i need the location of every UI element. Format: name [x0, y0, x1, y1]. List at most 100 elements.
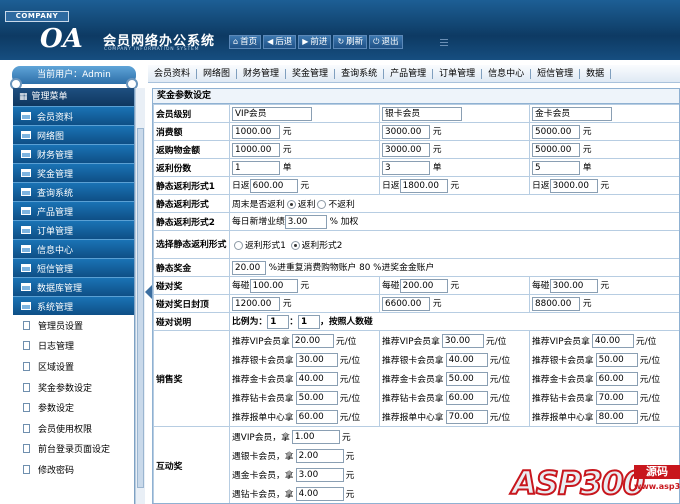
cap-input-3[interactable]: 8800.00: [532, 296, 580, 311]
sidebar-item-sms[interactable]: 短信管理: [13, 258, 134, 277]
refund-input-1[interactable]: 1000.00: [232, 142, 280, 157]
cap-input-1[interactable]: 1200.00: [232, 296, 280, 311]
cap-input-2[interactable]: 6600.00: [382, 296, 430, 311]
static1-input-2[interactable]: 1800.00: [399, 178, 448, 193]
static2-input[interactable]: 3.00: [284, 214, 327, 229]
level-input-1[interactable]: VIP会员: [232, 106, 312, 121]
sidebar-sub-password[interactable]: 修改密码: [13, 459, 134, 480]
sales-input[interactable]: 60.00: [295, 409, 338, 424]
fee-input-3[interactable]: 5000.00: [532, 124, 580, 139]
nav-finance[interactable]: 财务管理: [237, 68, 287, 79]
logout-button[interactable]: ⏻ 退出: [369, 35, 403, 49]
folder-icon: [21, 245, 31, 253]
ratio-input-a[interactable]: 1: [267, 314, 290, 329]
sidebar-sub-admin[interactable]: 管理员设置: [13, 315, 134, 336]
static-bonus-input[interactable]: 20.00: [232, 260, 266, 275]
forward-button[interactable]: ▶ 前进: [298, 35, 332, 49]
fee-input-2[interactable]: 3000.00: [382, 124, 430, 139]
row-label: 返利份数: [153, 158, 230, 177]
sidebar-scrollbar[interactable]: [135, 88, 145, 504]
home-button[interactable]: ⌂ 首页: [229, 35, 262, 49]
interact-input[interactable]: 1.00: [291, 429, 340, 444]
sales-input[interactable]: 50.00: [295, 390, 338, 405]
sales-input[interactable]: 50.00: [595, 352, 638, 367]
shares-input-3[interactable]: 5: [532, 160, 580, 175]
power-icon: ⏻: [373, 37, 380, 46]
nav-sms[interactable]: 短信管理: [531, 68, 581, 79]
sales-input[interactable]: 70.00: [445, 409, 488, 424]
ratio-label: 比例为：: [232, 317, 268, 328]
level-input-3[interactable]: 金卡会员: [532, 106, 612, 121]
sales-input[interactable]: 70.00: [595, 390, 638, 405]
sidebar-sub-region[interactable]: 区域设置: [13, 356, 134, 377]
radio-form2[interactable]: [290, 241, 300, 250]
shares-input-2[interactable]: 3: [382, 160, 430, 175]
nav-bonus[interactable]: 奖金管理: [286, 68, 336, 79]
static1-input-3[interactable]: 3000.00: [549, 178, 598, 193]
unit: 元: [582, 145, 592, 156]
back-button[interactable]: ◀ 后退: [263, 35, 297, 49]
radio-no-rebate[interactable]: [317, 200, 327, 209]
sidebar-sub-login-page[interactable]: 前台登录页面设定: [13, 439, 134, 460]
sales-input[interactable]: 60.00: [445, 390, 488, 405]
refresh-button[interactable]: ↻ 刷新: [333, 35, 368, 49]
sidebar-item-network[interactable]: 网络图: [13, 125, 134, 144]
sidebar-item-database[interactable]: 数据库管理: [13, 277, 134, 296]
fee-input-1[interactable]: 1000.00: [232, 124, 280, 139]
row-label: 静态奖金: [153, 258, 230, 277]
unit: 元: [432, 127, 442, 138]
sales-input[interactable]: 80.00: [595, 409, 638, 424]
radio-rebate[interactable]: [286, 200, 296, 209]
collapse-arrow-icon[interactable]: [145, 285, 152, 299]
sales-input[interactable]: 60.00: [595, 371, 638, 386]
nav-order[interactable]: 订单管理: [433, 68, 483, 79]
sidebar-sub-params[interactable]: 参数设定: [13, 397, 134, 418]
interact-input[interactable]: 3.00: [295, 467, 344, 482]
sidebar-sub-log[interactable]: 日志管理: [13, 336, 134, 357]
sales-input[interactable]: 30.00: [441, 333, 484, 348]
sidebar-item-bonus[interactable]: 奖金管理: [13, 163, 134, 182]
option-label: 返利形式2: [301, 241, 343, 251]
sidebar-sub-permissions[interactable]: 会员使用权限: [13, 418, 134, 439]
interact-input[interactable]: 4.00: [295, 486, 344, 501]
sidebar-item-member[interactable]: 会员资料: [13, 106, 134, 125]
static1-input-1[interactable]: 600.00: [249, 178, 298, 193]
row-label: 会员级别: [153, 104, 230, 123]
level-input-2[interactable]: 银卡会员: [382, 106, 462, 121]
sidebar-item-finance[interactable]: 财务管理: [13, 144, 134, 163]
sales-input[interactable]: 20.00: [291, 333, 334, 348]
prefix: 日返: [382, 181, 400, 192]
table-row: 选择静态返利形式 返利形式1 返利形式2: [153, 230, 679, 259]
nav-product[interactable]: 产品管理: [384, 68, 434, 79]
nav-info[interactable]: 信息中心: [482, 68, 532, 79]
sales-input[interactable]: 30.00: [295, 352, 338, 367]
sales-line: 推荐钻卡会员拿 70.00 元/位: [532, 390, 661, 405]
nav-member[interactable]: 会员资料: [148, 68, 198, 79]
nav-network[interactable]: 网络图: [197, 68, 238, 79]
nav-data[interactable]: 数据: [580, 68, 612, 79]
sidebar-item-product[interactable]: 产品管理: [13, 201, 134, 220]
sales-input[interactable]: 50.00: [445, 371, 488, 386]
sidebar-item-system[interactable]: 系统管理: [13, 296, 134, 315]
interact-input[interactable]: 2.00: [295, 448, 344, 463]
refund-input-2[interactable]: 3000.00: [382, 142, 430, 157]
collide-input-3[interactable]: 300.00: [549, 278, 598, 293]
folder-icon: [21, 131, 31, 139]
nav-query[interactable]: 查询系统: [335, 68, 385, 79]
collide-input-2[interactable]: 200.00: [399, 278, 448, 293]
sales-input[interactable]: 40.00: [445, 352, 488, 367]
collide-input-1[interactable]: 100.00: [249, 278, 298, 293]
ratio-input-b[interactable]: 1: [298, 314, 321, 329]
folder-icon: [21, 169, 31, 177]
sidebar-item-query[interactable]: 查询系统: [13, 182, 134, 201]
shares-input-1[interactable]: 1: [232, 160, 280, 175]
refund-input-3[interactable]: 5000.00: [532, 142, 580, 157]
sidebar-item-info[interactable]: 信息中心: [13, 239, 134, 258]
unit: 单: [432, 163, 442, 174]
sales-input[interactable]: 40.00: [295, 371, 338, 386]
sidebar-sub-bonus-params[interactable]: 奖金参数设定: [13, 377, 134, 398]
sales-input[interactable]: 40.00: [591, 333, 634, 348]
radio-form1[interactable]: [234, 241, 243, 250]
scroll-thumb[interactable]: [137, 128, 144, 488]
sidebar-item-order[interactable]: 订单管理: [13, 220, 134, 239]
